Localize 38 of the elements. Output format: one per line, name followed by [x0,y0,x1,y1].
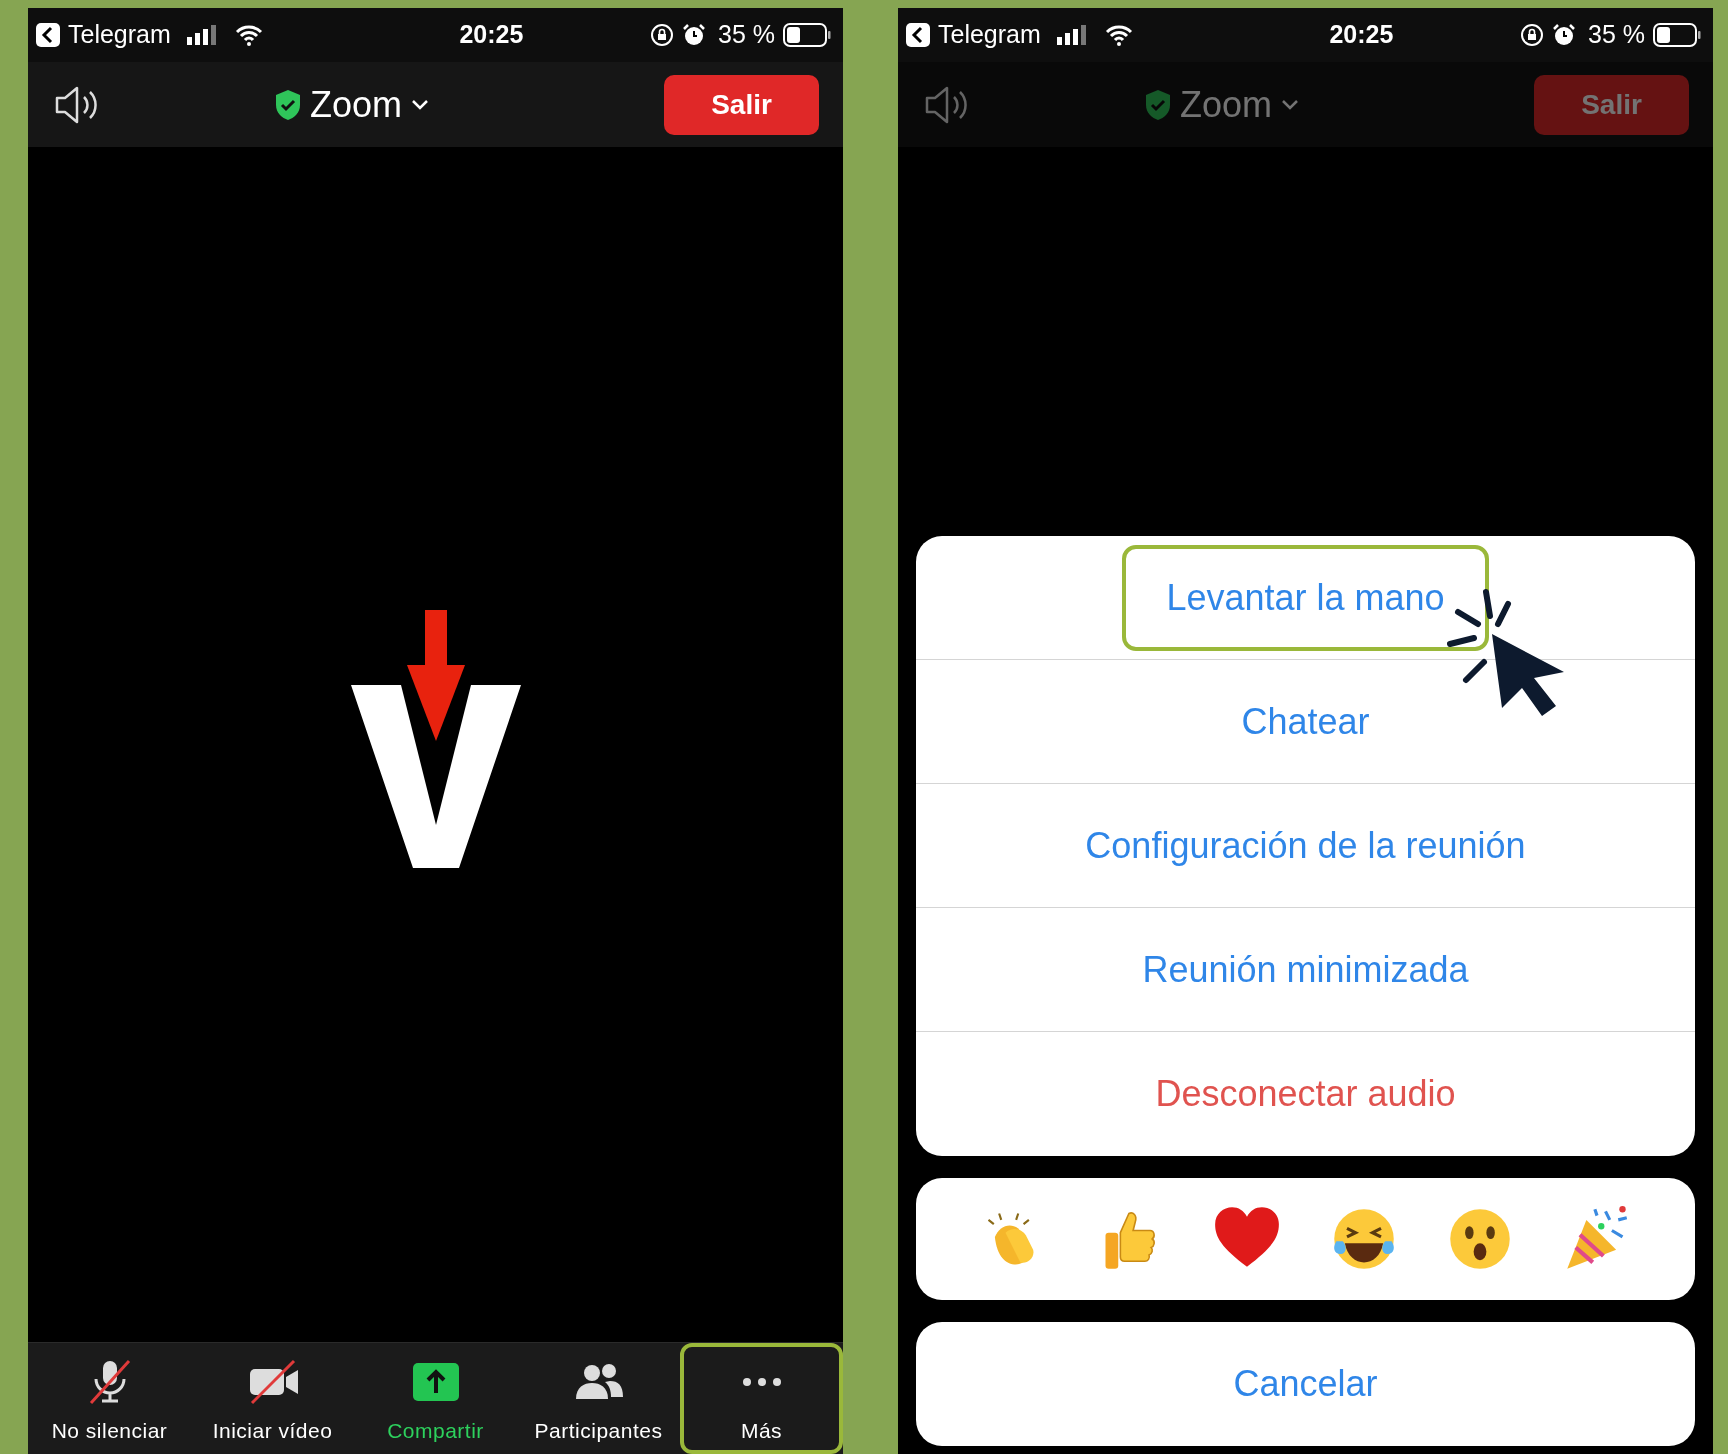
battery-icon [783,23,831,47]
clock-time: 20:25 [458,19,524,51]
back-to-app-button[interactable]: Telegram [36,16,171,54]
rotation-lock-icon [1520,23,1544,47]
menu-item[interactable]: Levantar la mano [1122,544,1489,651]
menu-item[interactable]: Chatear [1235,693,1376,750]
toolbar-button[interactable]: Iniciar vídeo [191,1343,354,1454]
shield-check-icon [274,88,302,121]
toolbar-button[interactable]: Participantes [517,1343,680,1454]
alarm-clock-icon [1552,23,1576,47]
toolbar-button[interactable]: Compartir [354,1343,517,1454]
shield-check-icon [1144,88,1172,121]
signal-icon [1056,25,1089,45]
toolbar-button[interactable]: Más [680,1343,843,1454]
battery-percent: 35 % [718,19,775,51]
battery-percent: 35 % [1588,19,1645,51]
toolbar-button[interactable]: No silenciar [28,1343,191,1454]
more-dots-icon [740,1375,783,1388]
wifi-icon [1104,24,1133,46]
back-icon [906,23,930,47]
chevron-down-icon [1280,97,1301,112]
menu-item[interactable]: Reunión minimizada [1136,941,1475,998]
rotation-lock-icon [650,23,674,47]
back-icon [36,23,60,47]
menu-item[interactable]: Desconectar audio [1149,1066,1462,1122]
back-to-app-button[interactable]: Telegram [906,16,1041,54]
meeting-title-dropdown[interactable]: Zoom [1144,77,1301,132]
chevron-down-icon [410,97,431,112]
wifi-icon [234,24,263,46]
signal-icon [186,25,219,45]
battery-icon [1653,23,1701,47]
alarm-clock-icon [682,23,706,47]
leave-button[interactable]: Salir [664,74,819,135]
meeting-title-dropdown[interactable]: Zoom [274,77,431,132]
cancel-button[interactable]: Cancelar [916,1322,1695,1446]
clock-time: 20:25 [1328,19,1394,51]
leave-button[interactable]: Salir [1534,74,1689,135]
menu-item[interactable]: Configuración de la reunión [1079,817,1532,874]
